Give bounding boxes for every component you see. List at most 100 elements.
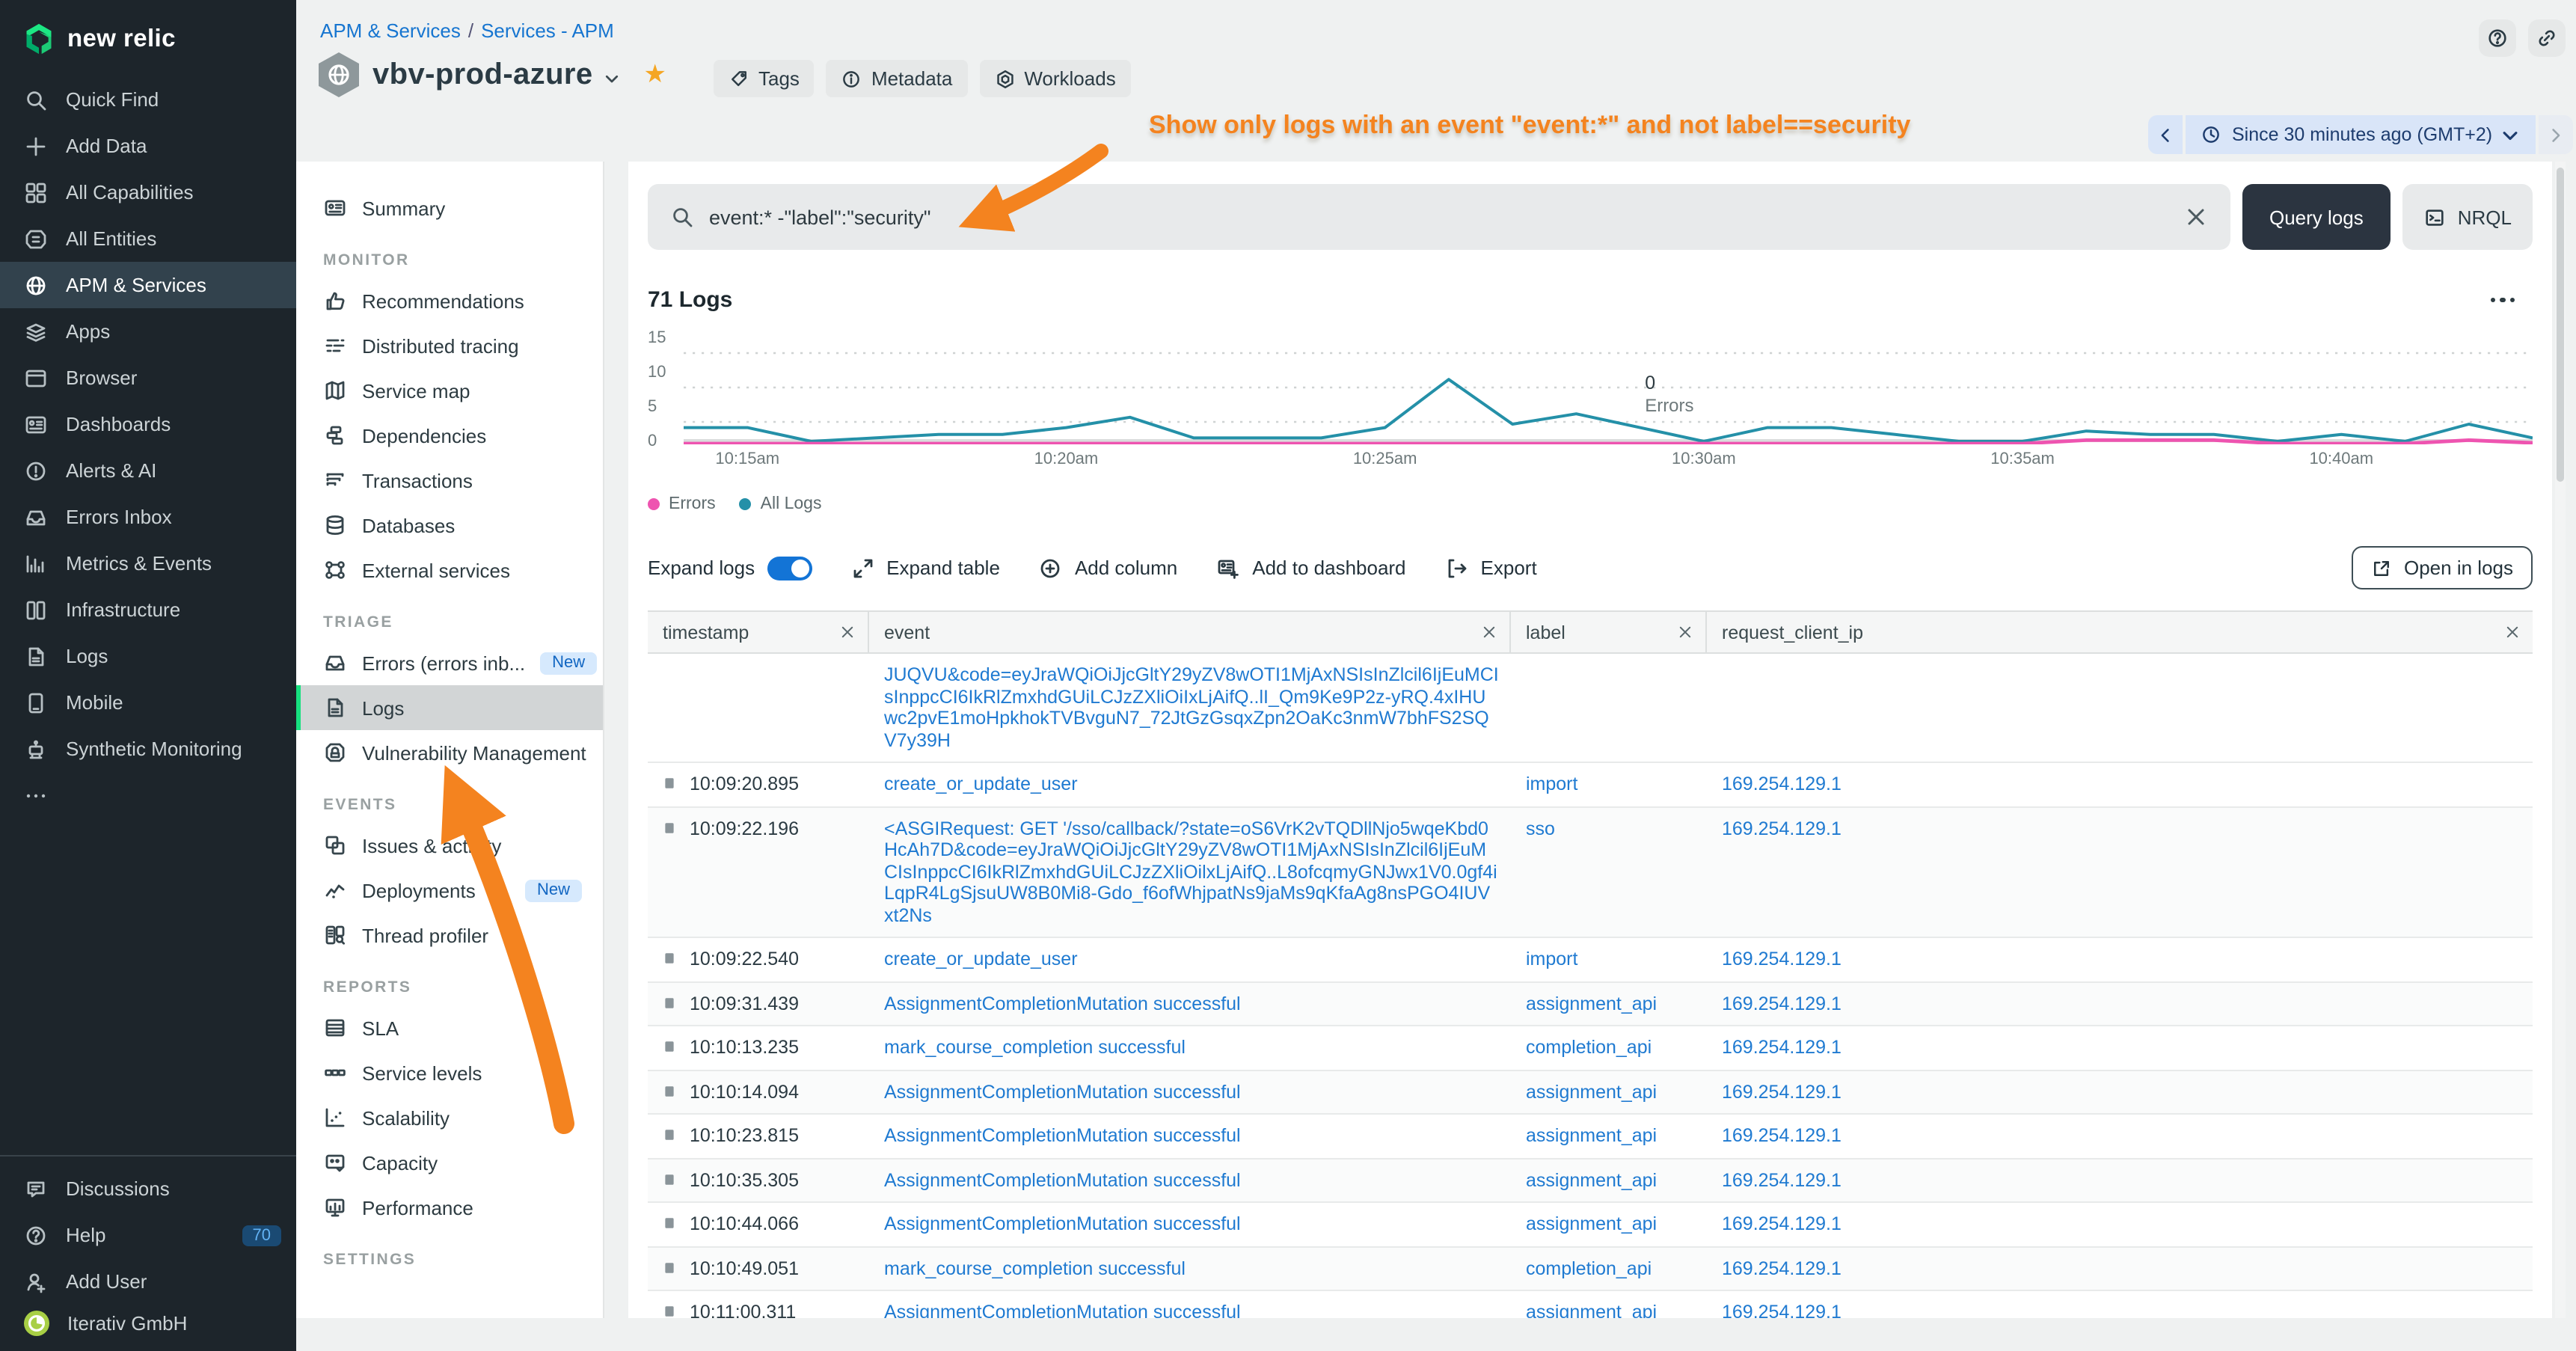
entity-nav-service-map[interactable]: Service map [296, 368, 603, 413]
legend-errors[interactable]: Errors [648, 495, 716, 513]
sidebar-item-apm-services[interactable]: APM & Services [0, 262, 296, 308]
log-ip-link[interactable]: 169.254.129.1 [1722, 1037, 1841, 1058]
log-ip-link[interactable]: 169.254.129.1 [1722, 1081, 1841, 1102]
log-ip-link[interactable]: 169.254.129.1 [1722, 1257, 1841, 1278]
entity-nav-summary[interactable]: Summary [296, 186, 603, 230]
log-event-link[interactable]: create_or_update_user [884, 773, 1078, 794]
log-ip-link[interactable]: 169.254.129.1 [1722, 818, 1841, 839]
sidebar-item-discussions[interactable]: Discussions [0, 1165, 296, 1212]
log-ip-link[interactable]: 169.254.129.1 [1722, 1302, 1841, 1318]
log-label-link[interactable]: assignment_api [1526, 1169, 1657, 1190]
log-event-link[interactable]: AssignmentCompletionMutation successful [884, 1302, 1241, 1318]
metadata-button[interactable]: Metadata [827, 60, 967, 97]
workloads-button[interactable]: Workloads [979, 60, 1130, 97]
log-ip-link[interactable]: 169.254.129.1 [1722, 949, 1841, 969]
entity-nav-transactions[interactable]: Transactions [296, 458, 603, 503]
log-event-link[interactable]: JUQVU&code=eyJraWQiOiJjcGltY29yZV8wOTI1M… [884, 664, 1499, 750]
sidebar-item-browser[interactable]: Browser [0, 355, 296, 401]
nrql-button[interactable]: NRQL [2402, 184, 2533, 250]
log-label-link[interactable]: import [1526, 773, 1577, 794]
log-ip-link[interactable]: 169.254.129.1 [1722, 1213, 1841, 1234]
table-row[interactable]: 10:09:22.196 <ASGIRequest: GET '/sso/cal… [648, 807, 2533, 938]
remove-column-icon[interactable] [2504, 624, 2521, 640]
sidebar-item-metrics-events[interactable]: Metrics & Events [0, 540, 296, 586]
query-logs-button[interactable]: Query logs [2242, 184, 2391, 250]
sidebar-item-errors-inbox[interactable]: Errors Inbox [0, 494, 296, 540]
tags-button[interactable]: Tags [714, 60, 815, 97]
entity-nav-distributed-tracing[interactable]: Distributed tracing [296, 323, 603, 368]
copy-link-button[interactable] [2528, 19, 2566, 57]
expand-logs-toggle[interactable]: Expand logs [648, 556, 812, 580]
sidebar-item-logs[interactable]: Logs [0, 633, 296, 679]
entity-nav-issues-activity[interactable]: Issues & activity [296, 823, 603, 868]
log-event-link[interactable]: AssignmentCompletionMutation successful [884, 1213, 1241, 1234]
entity-nav-external-services[interactable]: External services [296, 548, 603, 592]
entity-nav-databases[interactable]: Databases [296, 503, 603, 548]
table-row[interactable]: 10:11:00.311 AssignmentCompletionMutatio… [648, 1291, 2533, 1318]
logs-timeseries-chart[interactable]: 151050 10:15am10:20am10:25am10:30am10:35… [648, 325, 2533, 471]
entity-nav-dependencies[interactable]: Dependencies [296, 413, 603, 458]
sidebar-item-account[interactable]: Iterativ GmbH [0, 1305, 296, 1351]
sidebar-item-infrastructure[interactable]: Infrastructure [0, 586, 296, 633]
entity-nav-deployments[interactable]: DeploymentsNew [296, 868, 603, 913]
toggle-on[interactable] [767, 556, 812, 580]
log-event-link[interactable]: AssignmentCompletionMutation successful [884, 1169, 1241, 1190]
more-menu[interactable] [2490, 298, 2515, 303]
breadcrumb-link-services-apm[interactable]: Services - APM [481, 19, 614, 42]
help-button[interactable] [2479, 19, 2516, 57]
sidebar-item-add-user[interactable]: Add User [0, 1258, 296, 1305]
log-ip-link[interactable]: 169.254.129.1 [1722, 773, 1841, 794]
remove-column-icon[interactable] [1677, 624, 1693, 640]
sidebar-item-dashboards[interactable]: Dashboards [0, 401, 296, 447]
breadcrumb-link-apm-services[interactable]: APM & Services [320, 19, 461, 42]
sidebar-item-mobile[interactable]: Mobile [0, 679, 296, 726]
export-button[interactable]: Export [1445, 556, 1537, 580]
sidebar-item-synthetic-monitoring[interactable]: Synthetic Monitoring [0, 726, 296, 772]
entity-nav-logs[interactable]: Logs [296, 685, 603, 730]
time-forward-button[interactable] [2539, 115, 2573, 154]
log-label-link[interactable]: assignment_api [1526, 1125, 1657, 1146]
scrollbar-thumb[interactable] [2557, 168, 2564, 482]
sidebar-item-help[interactable]: Help70 [0, 1212, 296, 1258]
entity-nav-performance[interactable]: Performance [296, 1185, 603, 1230]
log-event-link[interactable]: AssignmentCompletionMutation successful [884, 1125, 1241, 1146]
log-label-link[interactable]: import [1526, 949, 1577, 969]
log-label-link[interactable]: sso [1526, 818, 1555, 839]
open-in-logs-button[interactable]: Open in logs [2352, 546, 2533, 589]
log-label-link[interactable]: completion_api [1526, 1257, 1652, 1278]
chevron-down-icon[interactable] [604, 68, 622, 86]
sidebar-item-add-data[interactable]: Add Data [0, 123, 296, 169]
sidebar-item-alerts-ai[interactable]: Alerts & AI [0, 447, 296, 494]
scrollbar[interactable] [2555, 162, 2566, 1318]
column-header-timestamp[interactable]: timestamp [648, 612, 869, 652]
time-range-button[interactable]: Since 30 minutes ago (GMT+2) [2186, 115, 2536, 154]
table-row[interactable]: 10:10:49.051 mark_course_completion succ… [648, 1247, 2533, 1291]
column-header-event[interactable]: event [869, 612, 1511, 652]
clear-query-icon[interactable] [2184, 205, 2208, 229]
log-ip-link[interactable]: 169.254.129.1 [1722, 1125, 1841, 1146]
log-label-link[interactable]: assignment_api [1526, 1081, 1657, 1102]
log-ip-link[interactable]: 169.254.129.1 [1722, 1169, 1841, 1190]
log-event-link[interactable]: AssignmentCompletionMutation successful [884, 1081, 1241, 1102]
table-row-partial[interactable]: JUQVU&code=eyJraWQiOiJjcGltY29yZV8wOTI1M… [648, 654, 2533, 763]
remove-column-icon[interactable] [1481, 624, 1497, 640]
expand-table-button[interactable]: Expand table [850, 556, 1000, 580]
log-event-link[interactable]: <ASGIRequest: GET '/sso/callback/?state=… [884, 818, 1497, 925]
entity-nav-vulnerability-management[interactable]: Vulnerability Management [296, 730, 603, 775]
add-to-dashboard-button[interactable]: Add to dashboard [1216, 556, 1405, 580]
table-row[interactable]: 10:10:35.305 AssignmentCompletionMutatio… [648, 1159, 2533, 1203]
sidebar-item-all-entities[interactable]: All Entities [0, 215, 296, 262]
log-label-link[interactable]: assignment_api [1526, 1302, 1657, 1318]
table-row[interactable]: 10:09:31.439 AssignmentCompletionMutatio… [648, 982, 2533, 1026]
sidebar-item-apps[interactable]: Apps [0, 308, 296, 355]
log-event-link[interactable]: mark_course_completion successful [884, 1037, 1186, 1058]
column-header-label[interactable]: label [1511, 612, 1707, 652]
entity-nav-thread-profiler[interactable]: Thread profiler [296, 913, 603, 958]
log-label-link[interactable]: assignment_api [1526, 993, 1657, 1014]
log-label-link[interactable]: assignment_api [1526, 1213, 1657, 1234]
log-event-link[interactable]: AssignmentCompletionMutation successful [884, 993, 1241, 1014]
log-label-link[interactable]: completion_api [1526, 1037, 1652, 1058]
table-row[interactable]: 10:10:23.815 AssignmentCompletionMutatio… [648, 1115, 2533, 1159]
sidebar-item-quick-find[interactable]: Quick Find [0, 76, 296, 123]
legend-all-logs[interactable]: All Logs [740, 495, 822, 513]
